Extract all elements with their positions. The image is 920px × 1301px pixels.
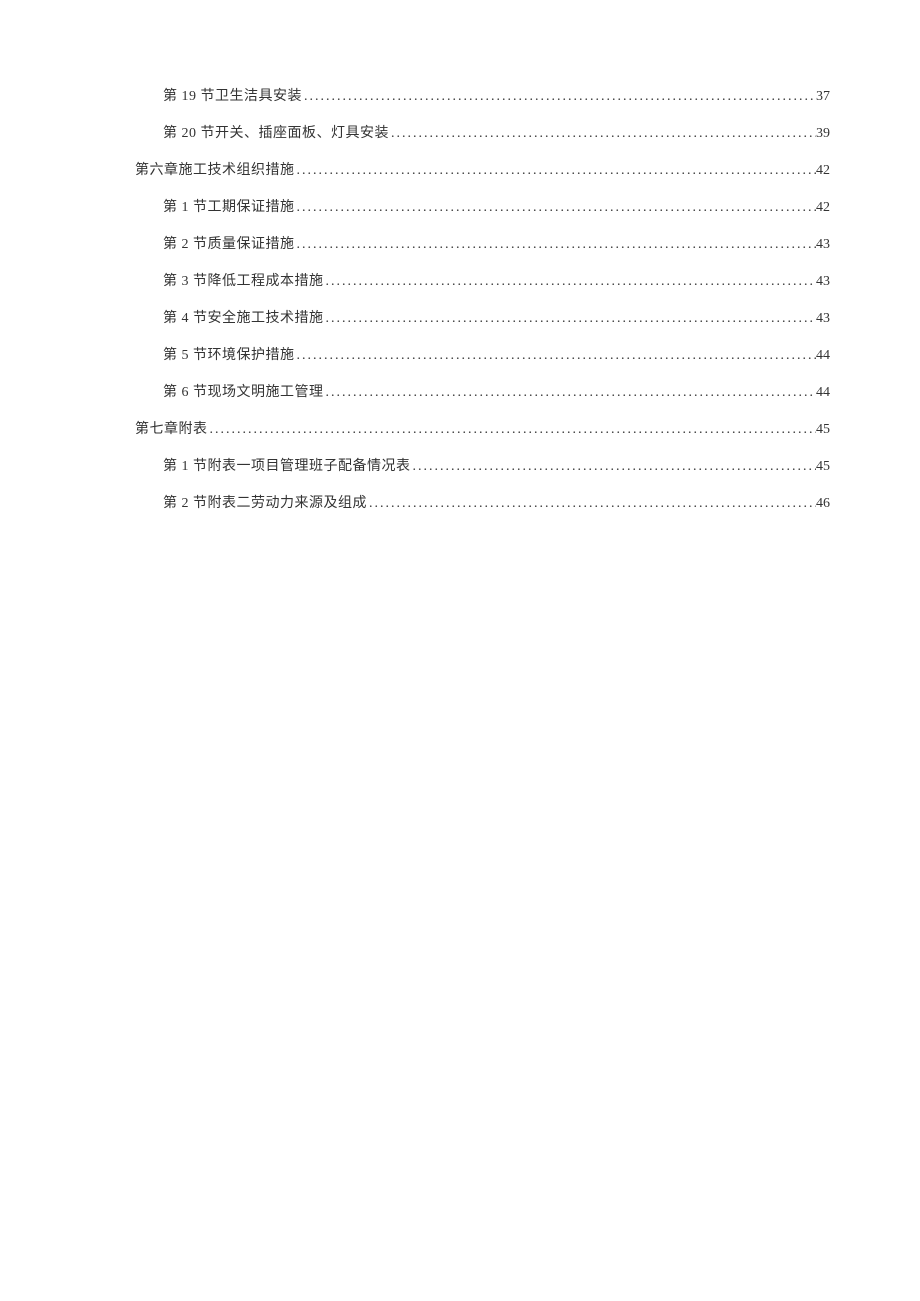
toc-entry-label: 第 5 节环境保护措施 <box>163 344 295 364</box>
toc-entry-page: 45 <box>816 459 830 475</box>
toc-entry-page: 46 <box>816 496 830 512</box>
toc-entry-page: 43 <box>816 311 830 327</box>
toc-dots <box>295 348 817 364</box>
toc-entry-label: 第 20 节开关、插座面板、灯具安装 <box>163 122 389 142</box>
toc-entry-label: 第 1 节附表一项目管理班子配备情况表 <box>163 455 411 475</box>
toc-entry-label: 第 1 节工期保证措施 <box>163 196 295 216</box>
toc-dots <box>389 126 816 142</box>
toc-entry: 第 2 节质量保证措施 43 <box>135 233 830 253</box>
toc-entry-label: 第七章附表 <box>135 418 208 438</box>
toc-entry: 第 5 节环境保护措施 44 <box>135 344 830 364</box>
toc-entry: 第 3 节降低工程成本措施 43 <box>135 270 830 290</box>
toc-entry-label: 第 4 节安全施工技术措施 <box>163 307 324 327</box>
toc-entry: 第六章施工技术组织措施 42 <box>135 159 830 179</box>
toc-entry-page: 45 <box>816 422 830 438</box>
table-of-contents: 第 19 节卫生洁具安装 37 第 20 节开关、插座面板、灯具安装 39 第六章施工技… <box>135 85 830 512</box>
toc-entry-page: 44 <box>816 385 830 401</box>
toc-entry: 第 1 节工期保证措施 42 <box>135 196 830 216</box>
toc-entry-page: 42 <box>816 163 830 179</box>
toc-entry: 第 20 节开关、插座面板、灯具安装 39 <box>135 122 830 142</box>
toc-entry-label: 第 19 节卫生洁具安装 <box>163 85 302 105</box>
toc-entry-label: 第六章施工技术组织措施 <box>135 159 295 179</box>
toc-entry-label: 第 3 节降低工程成本措施 <box>163 270 324 290</box>
toc-dots <box>302 89 816 105</box>
toc-dots <box>324 311 817 327</box>
toc-entry: 第 19 节卫生洁具安装 37 <box>135 85 830 105</box>
toc-dots <box>295 200 817 216</box>
toc-dots <box>324 274 817 290</box>
toc-entry-label: 第 2 节附表二劳动力来源及组成 <box>163 492 367 512</box>
toc-entry: 第 6 节现场文明施工管理 44 <box>135 381 830 401</box>
toc-dots <box>411 459 817 475</box>
toc-entry-page: 39 <box>816 126 830 142</box>
toc-entry-page: 43 <box>816 237 830 253</box>
toc-entry-label: 第 6 节现场文明施工管理 <box>163 381 324 401</box>
toc-dots <box>295 163 817 179</box>
toc-entry-page: 43 <box>816 274 830 290</box>
toc-entry: 第 4 节安全施工技术措施 43 <box>135 307 830 327</box>
toc-entry: 第七章附表 45 <box>135 418 830 438</box>
toc-entry-label: 第 2 节质量保证措施 <box>163 233 295 253</box>
toc-entry-page: 44 <box>816 348 830 364</box>
toc-dots <box>324 385 817 401</box>
toc-entry-page: 37 <box>816 89 830 105</box>
toc-dots <box>367 496 816 512</box>
toc-dots <box>295 237 817 253</box>
toc-entry-page: 42 <box>816 200 830 216</box>
toc-entry: 第 1 节附表一项目管理班子配备情况表 45 <box>135 455 830 475</box>
toc-entry: 第 2 节附表二劳动力来源及组成 46 <box>135 492 830 512</box>
toc-dots <box>208 422 817 438</box>
